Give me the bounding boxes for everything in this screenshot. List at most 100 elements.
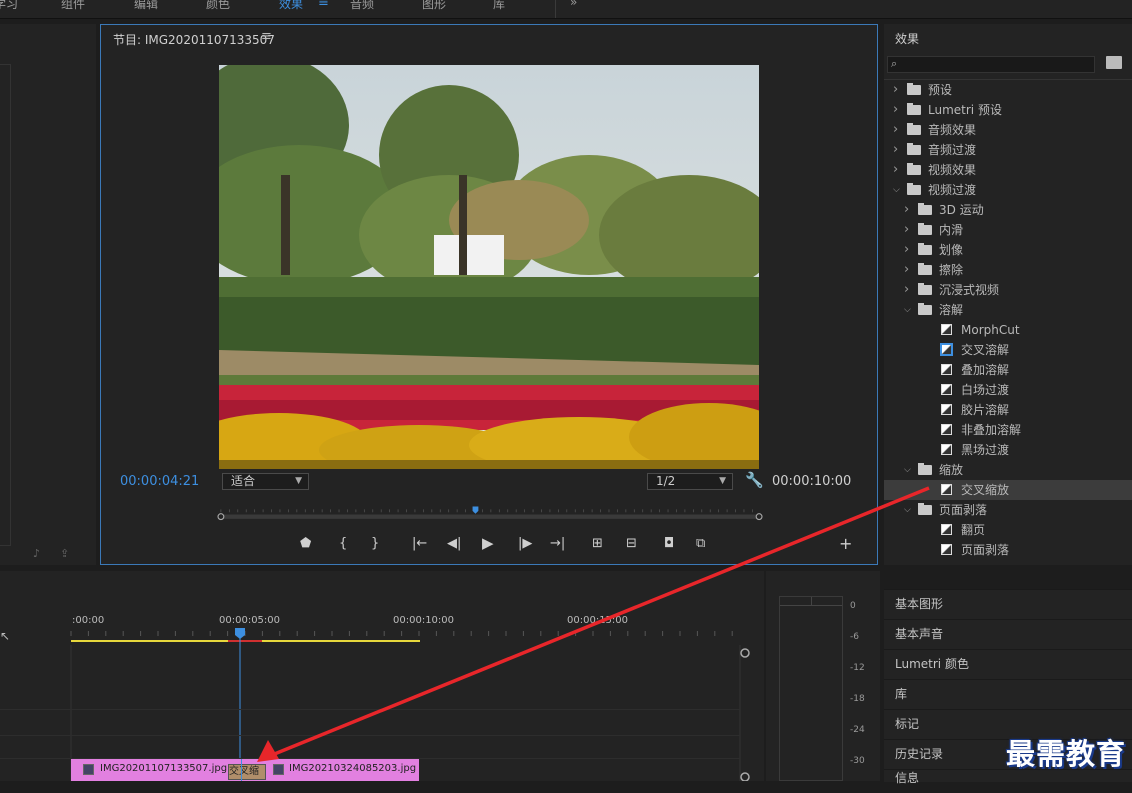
effects-tree-item[interactable]: 白场过渡 xyxy=(884,380,1132,400)
music-icon[interactable]: ♪ xyxy=(33,547,40,560)
export-icon[interactable]: ⇪ xyxy=(60,547,69,560)
effects-tree-item[interactable]: › 视频效果 xyxy=(884,160,1132,180)
chevron-right-icon[interactable]: › xyxy=(904,220,909,240)
playhead-marker[interactable] xyxy=(472,506,479,514)
in-point-handle[interactable] xyxy=(217,513,225,521)
effects-tree-item[interactable]: 页面剥落 xyxy=(884,540,1132,560)
workspace-tab[interactable]: 编辑 xyxy=(134,0,158,12)
hamburger-icon[interactable]: ≡ xyxy=(318,0,329,10)
workspace-tab-active[interactable]: 效果 xyxy=(279,0,303,12)
go-to-out-icon[interactable]: →| xyxy=(550,536,565,551)
out-point-handle[interactable] xyxy=(755,513,763,521)
workspace-tab[interactable]: 库 xyxy=(493,0,505,12)
zoom-select[interactable]: 适合 ▼ xyxy=(222,473,309,490)
effects-tree-item[interactable]: › 音频效果 xyxy=(884,120,1132,140)
mark-out-icon[interactable]: } xyxy=(371,536,379,551)
effects-tree-item[interactable]: › 沉浸式视频 xyxy=(884,280,1132,300)
meter-divider xyxy=(811,597,812,606)
workspace-tab[interactable]: 音频 xyxy=(350,0,374,12)
current-timecode[interactable]: 00:00:04:21 xyxy=(120,474,199,489)
effects-tree-label: 页面剥落 xyxy=(961,543,1010,557)
effects-tree-item[interactable]: 胶片溶解 xyxy=(884,400,1132,420)
effects-tree-item[interactable]: › 预设 xyxy=(884,80,1132,100)
effects-tree-item[interactable]: ⌵ 页面剥落 xyxy=(884,500,1132,520)
chevron-down-icon[interactable]: ⌵ xyxy=(904,460,911,480)
folder-icon xyxy=(918,503,932,515)
workspace-tab[interactable]: 图形 xyxy=(422,0,446,12)
effects-search-input[interactable] xyxy=(887,56,1095,73)
clip-b[interactable]: IMG20210324085203.jpg xyxy=(239,759,419,781)
camera-icon[interactable]: ◘ xyxy=(664,536,674,551)
search-icon: ⌕ xyxy=(891,57,898,70)
side-panel-label: 信息 xyxy=(895,771,920,785)
chevron-right-icon[interactable]: › xyxy=(893,100,898,120)
play-icon[interactable]: ▶ xyxy=(482,534,494,552)
step-forward-icon[interactable]: |▶ xyxy=(518,536,532,551)
zoom-handle[interactable] xyxy=(740,772,750,781)
chevron-right-icon[interactable]: › xyxy=(893,120,898,140)
effects-tree-label: MorphCut xyxy=(961,323,1020,337)
timeline-playhead[interactable] xyxy=(235,628,245,639)
side-panel-tab[interactable]: 库 xyxy=(884,679,1132,709)
clip-b-label: IMG20210324085203.jpg xyxy=(289,763,417,774)
zoom-handle[interactable] xyxy=(740,648,750,658)
side-panel-tab[interactable]: 基本图形 xyxy=(884,589,1132,619)
effects-tree-item[interactable]: › Lumetri 预设 xyxy=(884,100,1132,120)
chevron-down-icon[interactable]: ⌵ xyxy=(893,180,900,200)
workspace-tab[interactable]: 学习 xyxy=(0,0,18,12)
chevron-down-icon[interactable]: ⌵ xyxy=(904,300,911,320)
effects-tree-item[interactable]: › 音频过渡 xyxy=(884,140,1132,160)
chevron-right-icon[interactable]: › xyxy=(904,200,909,220)
effects-tree-item[interactable]: › 擦除 xyxy=(884,260,1132,280)
transition-icon xyxy=(941,524,952,535)
effects-tree-item[interactable]: ⌵ 缩放 xyxy=(884,460,1132,480)
workspace-tab[interactable]: 组件 xyxy=(61,0,85,12)
go-to-in-icon[interactable]: |← xyxy=(412,536,427,551)
transition-icon xyxy=(941,544,952,555)
chevron-right-icon[interactable]: › xyxy=(904,260,909,280)
chevron-right-icon[interactable]: › xyxy=(893,140,898,160)
playhead-ruler[interactable] xyxy=(115,505,865,521)
compare-icon[interactable]: ⧉ xyxy=(696,536,705,551)
lift-icon[interactable]: ⊞ xyxy=(592,536,603,551)
transition-block[interactable]: 交叉缩 xyxy=(228,764,266,780)
effects-tree-item[interactable]: › 内滑 xyxy=(884,220,1132,240)
effects-tree-label: 内滑 xyxy=(939,223,964,237)
quality-select[interactable]: 1/2 ▼ xyxy=(647,473,733,490)
step-back-icon[interactable]: ◀| xyxy=(447,536,461,551)
effects-tree-item[interactable]: 非叠加溶解 xyxy=(884,420,1132,440)
mark-in-icon[interactable]: { xyxy=(339,536,347,551)
effects-tree-item[interactable]: 翻页 xyxy=(884,520,1132,540)
add-marker-icon[interactable]: ⬟ xyxy=(300,536,311,551)
wrench-icon[interactable]: 🔧 xyxy=(745,471,764,489)
transition-icon xyxy=(941,444,952,455)
chevron-right-icon[interactable]: › xyxy=(893,80,898,100)
overflow-chevron-icon[interactable]: » xyxy=(570,0,577,9)
chevron-down-icon[interactable]: ⌵ xyxy=(904,500,911,520)
clip-a[interactable]: IMG20201107133507.jpg xyxy=(71,759,239,781)
folder-icon xyxy=(907,183,921,195)
side-panel-tab[interactable]: 基本声音 xyxy=(884,619,1132,649)
side-panel-tab[interactable]: Lumetri 颜色 xyxy=(884,649,1132,679)
workspace-tab[interactable]: 颜色 xyxy=(206,0,230,12)
effects-tree-item[interactable]: › 3D 运动 xyxy=(884,200,1132,220)
effects-tree-item[interactable]: MorphCut xyxy=(884,320,1132,340)
effects-tree-item[interactable]: ⌵ 视频过渡 xyxy=(884,180,1132,200)
effects-tree-label: 擦除 xyxy=(939,263,964,277)
effects-tree-item[interactable]: 交叉溶解 xyxy=(884,340,1132,360)
chevron-down-icon: ▼ xyxy=(295,476,302,486)
effects-tree-item[interactable]: ⌵ 溶解 xyxy=(884,300,1132,320)
chevron-right-icon[interactable]: › xyxy=(904,240,909,260)
hamburger-icon[interactable]: ≡ xyxy=(261,29,272,44)
effects-tree-label: 音频过渡 xyxy=(928,143,977,157)
source-panel: ♪ ⇪ xyxy=(0,24,96,565)
effects-tree-item[interactable]: 黑场过渡 xyxy=(884,440,1132,460)
effects-tree-item[interactable]: 叠加溶解 xyxy=(884,360,1132,380)
effects-tree-item[interactable]: › 划像 xyxy=(884,240,1132,260)
extract-icon[interactable]: ⊟ xyxy=(626,536,637,551)
new-bin-icon[interactable] xyxy=(1106,56,1122,69)
chevron-right-icon[interactable]: › xyxy=(904,280,909,300)
effects-tree-item[interactable]: 交叉缩放 xyxy=(884,480,1132,500)
plus-icon[interactable]: + xyxy=(839,534,852,553)
chevron-right-icon[interactable]: › xyxy=(893,160,898,180)
